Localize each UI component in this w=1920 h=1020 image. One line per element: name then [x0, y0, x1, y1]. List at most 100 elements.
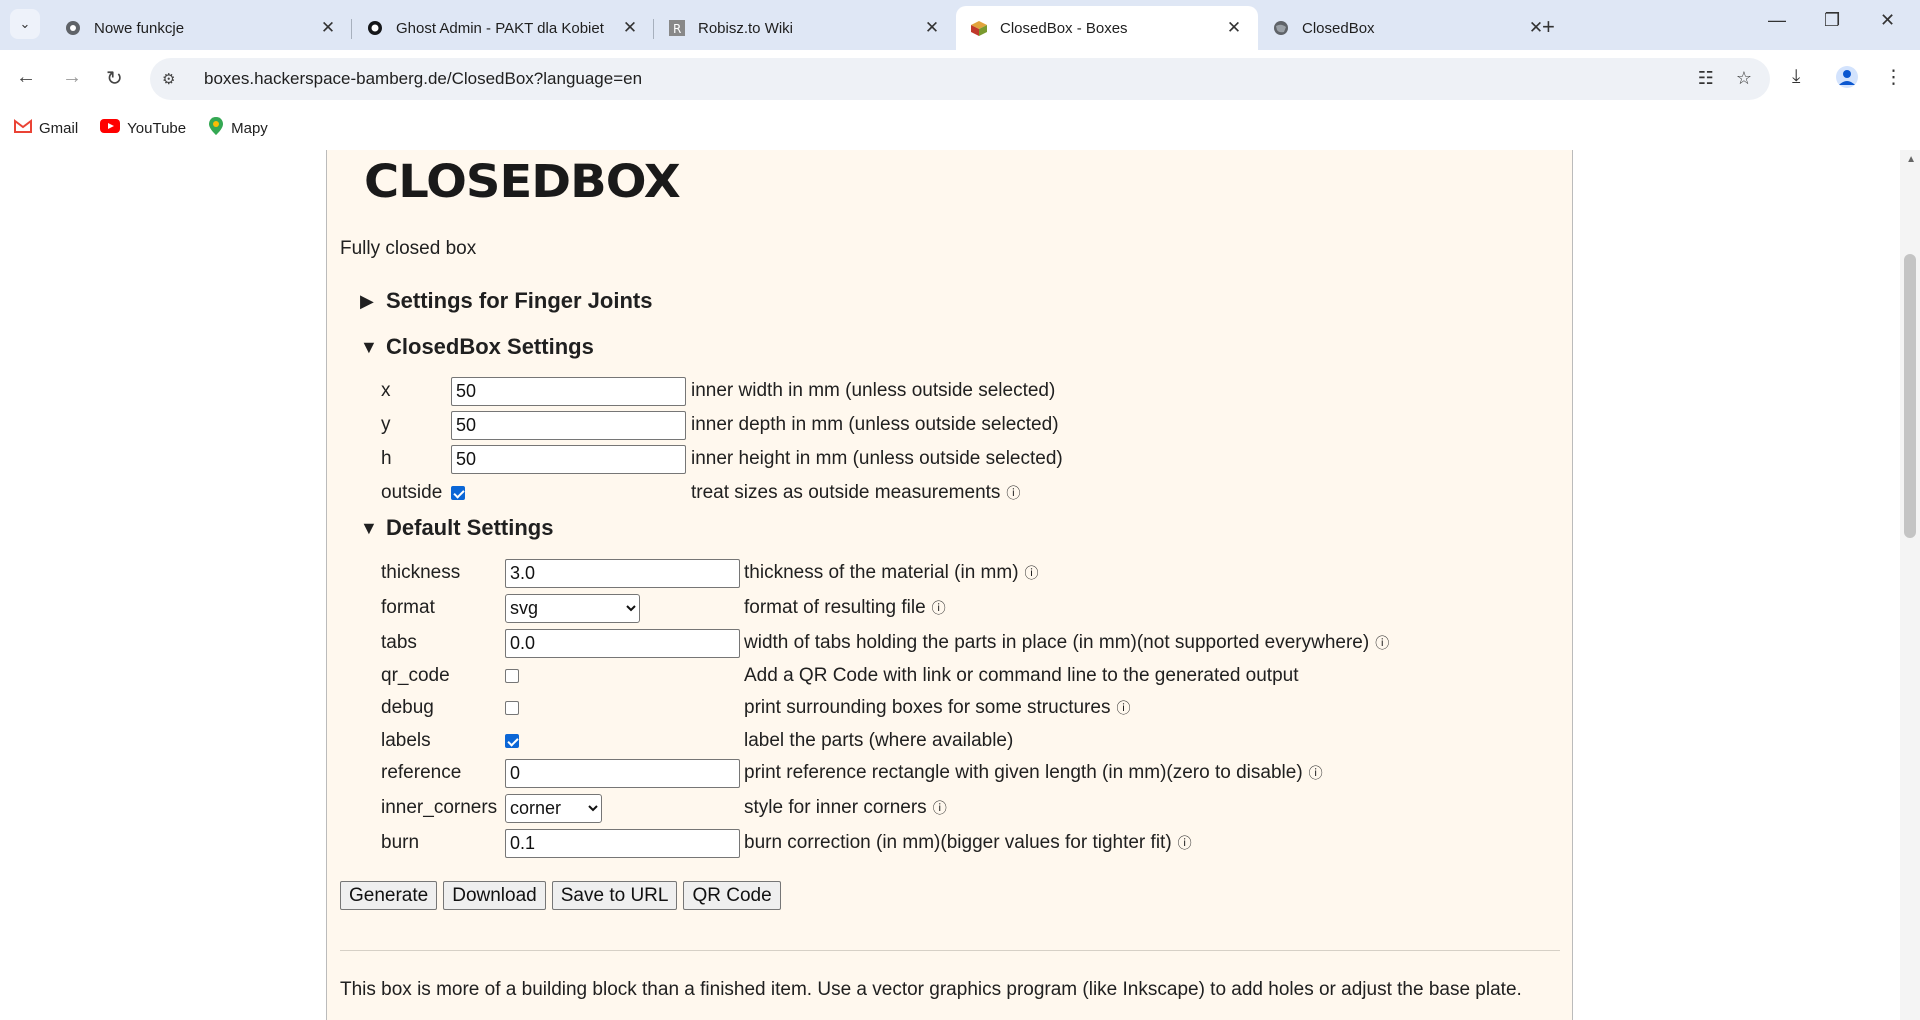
profile-button[interactable]	[1836, 66, 1858, 94]
address-bar[interactable]: ⚙ boxes.hackerspace-bamberg.de/ClosedBox…	[150, 58, 1770, 100]
tabs-input[interactable]	[505, 628, 740, 658]
outside-help: treat sizes as outside measurements ⓘ	[691, 482, 1020, 504]
bookmark-label: YouTube	[127, 119, 187, 137]
close-icon[interactable]: ✕	[922, 18, 942, 38]
qr-code-button[interactable]: QR Code	[683, 881, 781, 910]
help-text: burn correction (in mm)(bigger values fo…	[744, 832, 1172, 853]
tabs: Nowe funkcje ✕ Ghost Admin - PAKT dla Ko…	[50, 6, 1560, 50]
field-label: thickness	[381, 562, 461, 583]
section-closedbox-settings[interactable]: ▼ ClosedBox Settings	[360, 334, 594, 360]
debug-help: print surrounding boxes for some structu…	[744, 697, 1130, 719]
footer-description: This box is more of a building block tha…	[340, 979, 1522, 1000]
x-input[interactable]	[451, 376, 686, 406]
url-text[interactable]: boxes.hackerspace-bamberg.de/ClosedBox?l…	[204, 69, 642, 89]
plus-icon: +	[1542, 14, 1555, 39]
bookmark-mapy[interactable]: Mapy	[208, 117, 268, 139]
tab-title: Ghost Admin - PAKT dla Kobiet	[396, 19, 604, 37]
star-icon[interactable]: ☆	[1736, 68, 1752, 89]
menu-button[interactable]: ⋮	[1884, 66, 1903, 89]
field-label: outside	[381, 482, 443, 503]
generate-button[interactable]: Generate	[340, 881, 438, 910]
minimize-button[interactable]: —	[1768, 10, 1786, 31]
info-icon[interactable]: ⓘ	[1006, 483, 1020, 503]
back-button[interactable]: ←	[16, 66, 36, 89]
labels-checkbox[interactable]	[505, 734, 519, 748]
bookmark-gmail[interactable]: Gmail	[14, 119, 78, 137]
section-title: Default Settings	[386, 515, 554, 540]
info-icon[interactable]: ⓘ	[1178, 833, 1192, 853]
close-icon: ✕	[1880, 10, 1896, 30]
download-button[interactable]: ⤓	[1792, 66, 1800, 88]
help-text: print surrounding boxes for some structu…	[744, 697, 1111, 718]
section-finger-joints[interactable]: ▶ Settings for Finger Joints	[360, 288, 652, 314]
scrollbar[interactable]: ▲	[1900, 150, 1920, 1020]
row-qr-code: qr_code	[381, 661, 519, 691]
restore-icon: ❐	[1824, 10, 1841, 30]
section-title: ClosedBox Settings	[386, 334, 594, 359]
info-icon[interactable]: ⓘ	[1116, 698, 1130, 718]
new-tab-button[interactable]: +	[1542, 14, 1555, 40]
info-icon[interactable]: ⓘ	[933, 798, 947, 818]
debug-checkbox[interactable]	[505, 701, 519, 715]
thickness-input[interactable]	[505, 558, 740, 588]
reference-input[interactable]	[505, 758, 740, 788]
tab-closedbox-boxes[interactable]: ClosedBox - Boxes ✕	[956, 6, 1258, 50]
field-label: x	[381, 380, 391, 401]
row-labels: labels	[381, 726, 519, 756]
tab-robisz-wiki[interactable]: R Robisz.to Wiki ✕	[654, 6, 956, 50]
save-to-url-button[interactable]: Save to URL	[551, 881, 678, 910]
h-input[interactable]	[451, 444, 686, 474]
help-text: format of resulting file	[744, 597, 926, 618]
burn-input[interactable]	[505, 828, 740, 858]
y-input[interactable]	[451, 410, 686, 440]
toolbar: ← → ↻ ⚙ boxes.hackerspace-bamberg.de/Clo…	[0, 50, 1920, 108]
format-select[interactable]: svg	[505, 593, 640, 623]
globe-icon	[1272, 19, 1290, 37]
close-icon[interactable]: ✕	[1224, 18, 1244, 38]
scroll-up-icon[interactable]: ▲	[1906, 154, 1916, 165]
thickness-help: thickness of the material (in mm) ⓘ	[744, 562, 1039, 584]
format-help: format of resulting file ⓘ	[744, 597, 946, 619]
labels-help: label the parts (where available)	[744, 730, 1014, 751]
help-text: thickness of the material (in mm)	[744, 562, 1019, 583]
site-info-icon[interactable]: ⚙	[162, 70, 196, 88]
divider	[340, 950, 1560, 951]
row-y: y	[381, 410, 686, 440]
field-label: debug	[381, 697, 434, 718]
triangle-right-icon: ▶	[360, 290, 374, 311]
triangle-down-icon: ▼	[360, 336, 378, 357]
inner-corners-select[interactable]: corner	[505, 793, 602, 823]
info-icon[interactable]: ⓘ	[932, 598, 946, 618]
tab-closedbox[interactable]: ClosedBox ✕	[1258, 6, 1560, 50]
scroll-thumb[interactable]	[1904, 254, 1916, 538]
tabs-help: width of tabs holding the parts in place…	[744, 632, 1389, 654]
download-button[interactable]: Download	[443, 881, 546, 910]
bookmark-youtube[interactable]: YouTube	[100, 119, 186, 137]
restore-button[interactable]: ❐	[1824, 10, 1840, 31]
close-icon[interactable]: ✕	[318, 18, 338, 38]
qr-code-help: Add a QR Code with link or command line …	[744, 665, 1299, 686]
close-icon[interactable]: ✕	[620, 18, 640, 38]
burn-help: burn correction (in mm)(bigger values fo…	[744, 832, 1192, 854]
inner-corners-help: style for inner corners ⓘ	[744, 797, 947, 819]
info-icon[interactable]: ⓘ	[1309, 763, 1323, 783]
tab-nowe-funkcje[interactable]: Nowe funkcje ✕	[50, 6, 352, 50]
wiki-icon: R	[668, 19, 686, 37]
forward-button[interactable]: →	[62, 66, 82, 89]
qr-code-checkbox[interactable]	[505, 669, 519, 683]
section-default-settings[interactable]: ▼ Default Settings	[360, 515, 553, 541]
tab-ghost-admin[interactable]: Ghost Admin - PAKT dla Kobiet ✕	[352, 6, 654, 50]
svg-text:R: R	[673, 22, 681, 36]
translate-icon[interactable]: ☷	[1698, 68, 1714, 89]
h-help: inner height in mm (unless outside selec…	[691, 448, 1063, 469]
tab-search-button[interactable]: ⌄	[10, 9, 40, 39]
row-format: format svg	[381, 593, 640, 623]
row-debug: debug	[381, 693, 519, 723]
reload-button[interactable]: ↻	[106, 66, 123, 91]
info-icon[interactable]: ⓘ	[1025, 563, 1039, 583]
close-window-button[interactable]: ✕	[1880, 10, 1895, 31]
outside-checkbox[interactable]	[451, 486, 465, 500]
section-title: Settings for Finger Joints	[386, 288, 653, 313]
info-icon[interactable]: ⓘ	[1375, 633, 1389, 653]
page-logo: CLOSEDBOX	[364, 155, 681, 209]
